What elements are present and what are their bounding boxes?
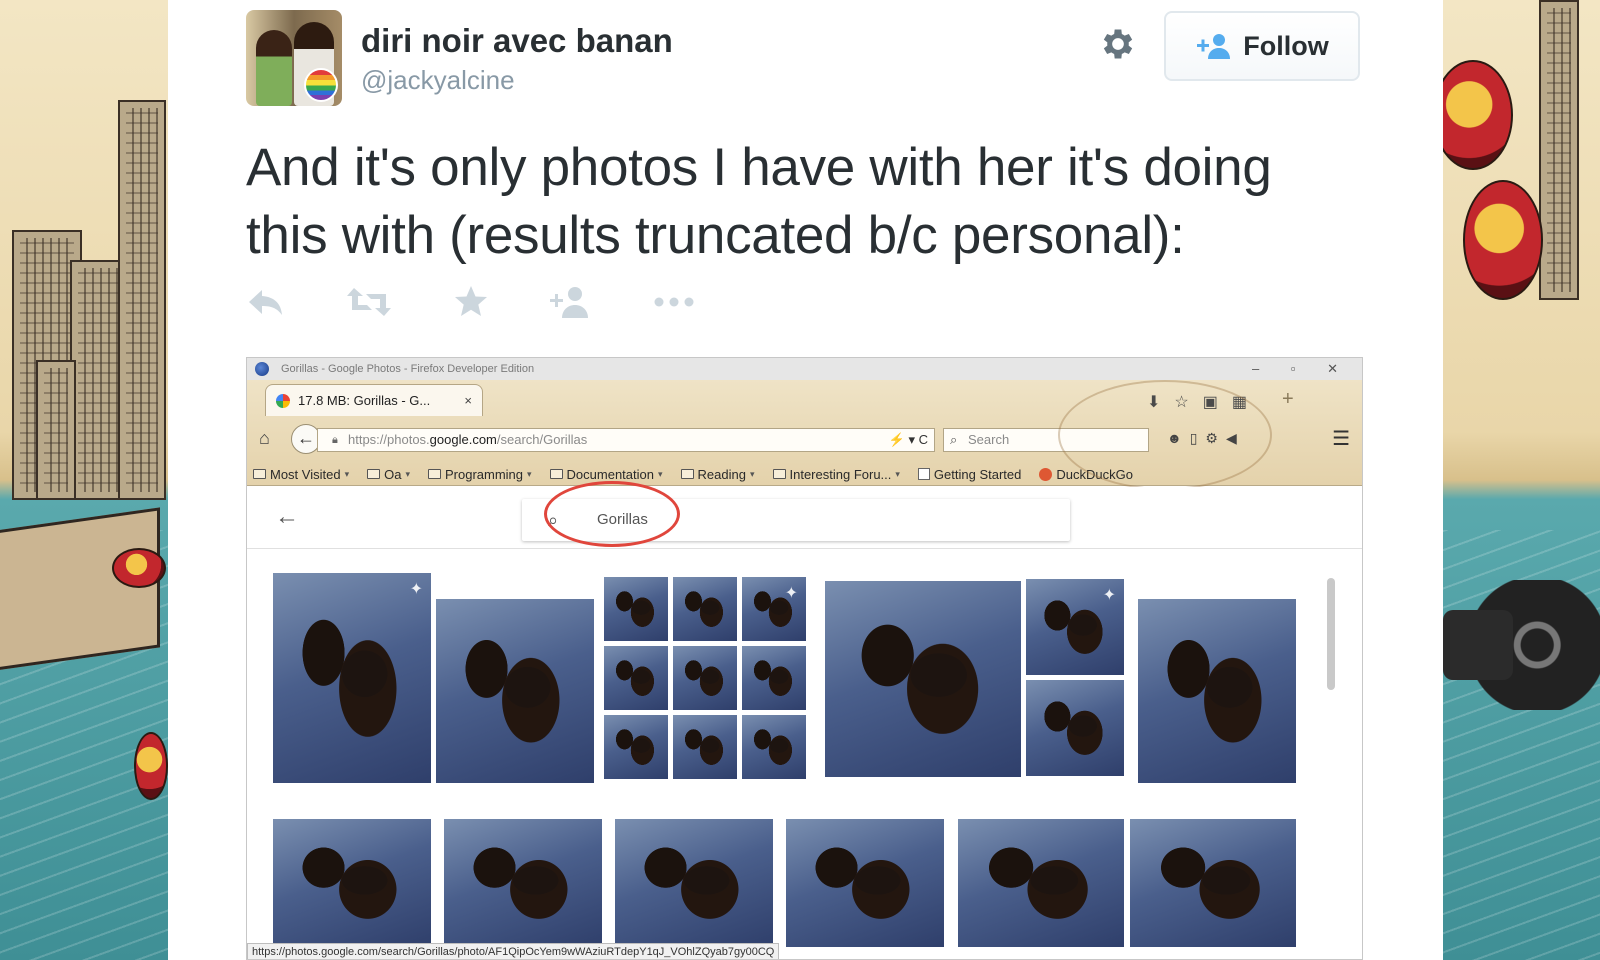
window-titlebar: Gorillas - Google Photos - Firefox Devel… [247, 358, 1362, 380]
scrollbar[interactable] [1327, 578, 1335, 690]
photo-thumbnail[interactable] [603, 645, 669, 711]
folder-icon [253, 469, 266, 479]
browser-chrome: 17.8 MB: Gorillas - G... × + ⬇☆▣▦ ⌂ ← 🔒︎… [247, 380, 1362, 490]
bookmark-getting-started[interactable]: Getting Started [917, 464, 1021, 484]
bookmark-oa[interactable]: Oa ▾ [367, 464, 410, 484]
folder-icon [367, 469, 381, 479]
photos-search-value: Gorillas [597, 511, 648, 528]
extension-icons[interactable]: ☻▯⚙◀ [1167, 430, 1245, 447]
home-icon[interactable]: ⌂ [259, 428, 270, 449]
url-domain: google.com [429, 432, 497, 447]
photo-thumbnail[interactable]: ✦ [741, 576, 807, 642]
bookmark-reading[interactable]: Reading ▾ [680, 464, 755, 484]
follow-label: Follow [1243, 30, 1329, 61]
photo-thumbnail[interactable]: ✦ [272, 572, 432, 784]
photos-search-input[interactable]: ⌕ Gorillas [522, 499, 1070, 541]
photo-thumbnail[interactable] [1129, 818, 1297, 948]
photo-thumbnail[interactable] [614, 818, 774, 948]
rainbow-badge-icon [304, 68, 338, 102]
tab-close-icon[interactable]: × [464, 385, 472, 417]
url-path: /search/Gorillas [496, 432, 588, 447]
photos-search-bar: ← ⌕ Gorillas [247, 487, 1362, 549]
bookmark-documentation[interactable]: Documentation ▾ [549, 464, 663, 484]
photo-thumbnail[interactable] [272, 818, 432, 948]
photo-thumbnail[interactable] [1025, 679, 1125, 777]
bookmark-duckduckgo[interactable]: DuckDuckGo [1039, 464, 1133, 484]
follow-user-icon [1197, 34, 1231, 59]
hamburger-menu-icon[interactable]: ☰ [1332, 426, 1350, 451]
browser-tab[interactable]: 17.8 MB: Gorillas - G... × [265, 384, 483, 416]
bookmark-most-visited[interactable]: Most Visited ▾ [253, 464, 349, 484]
photo-thumbnail[interactable]: ✦ [1025, 578, 1125, 676]
duckduckgo-icon [1039, 467, 1053, 481]
bookmark-programming[interactable]: Programming ▾ [427, 464, 532, 484]
search-icon: ⌕ [950, 432, 958, 447]
firefox-icon [255, 362, 269, 376]
comic-background-left [0, 0, 168, 960]
url-prefix: https://photos. [348, 432, 430, 447]
new-tab-button[interactable]: + [1282, 388, 1294, 411]
photo-thumbnail[interactable] [824, 580, 1022, 778]
google-photos-icon [276, 394, 290, 408]
folder-icon [680, 469, 694, 479]
gear-icon[interactable] [1098, 24, 1138, 64]
reply-icon[interactable] [246, 284, 286, 324]
photo-thumbnail[interactable] [957, 818, 1125, 948]
tweet-text: And it's only photos I have with her it'… [246, 138, 1272, 265]
browser-search-field[interactable]: ⌕ Search [943, 428, 1149, 452]
attached-screenshot[interactable]: Gorillas - Google Photos - Firefox Devel… [246, 357, 1363, 960]
folder-icon [772, 469, 786, 479]
tweet-card: diri noir avec banan @jackyalcine Follow… [168, 0, 1443, 960]
photo-thumbnail[interactable] [741, 714, 807, 780]
auto-awesome-icon: ✦ [409, 581, 423, 598]
folder-icon [549, 469, 563, 479]
bookmark-interesting-forums[interactable]: Interesting Foru... ▾ [772, 464, 900, 484]
photo-thumbnail[interactable] [672, 645, 738, 711]
search-placeholder: Search [968, 432, 1010, 447]
auto-awesome-icon: ✦ [1102, 587, 1116, 604]
photo-thumbnail[interactable] [603, 714, 669, 780]
photo-thumbnail[interactable] [435, 598, 595, 784]
follow-button[interactable]: Follow [1164, 11, 1360, 81]
photo-thumbnail[interactable] [785, 818, 945, 948]
display-name[interactable]: diri noir avec banan [361, 22, 673, 60]
tab-label: 17.8 MB: Gorillas - G... [298, 393, 431, 408]
favorite-icon[interactable] [453, 284, 489, 324]
user-handle[interactable]: @jackyalcine [361, 65, 515, 96]
comic-background-right [1443, 0, 1600, 960]
photo-thumbnail[interactable] [443, 818, 603, 948]
bookmarks-toolbar: Most Visited ▾ Oa ▾ Programming ▾ Documenta… [253, 464, 1133, 484]
avatar[interactable] [246, 10, 342, 106]
window-title: Gorillas - Google Photos - Firefox Devel… [281, 363, 535, 375]
checkbox-icon [917, 468, 930, 480]
url-actions[interactable]: ⚡ ▾ C [889, 429, 928, 451]
lock-icon: 🔒︎ [332, 434, 338, 446]
photo-thumbnail[interactable] [741, 645, 807, 711]
follow-user-icon[interactable] [549, 284, 589, 324]
retweet-icon[interactable] [346, 284, 392, 324]
photos-back-icon[interactable]: ← [275, 503, 299, 531]
auto-awesome-icon: ✦ [784, 585, 798, 602]
more-icon[interactable] [653, 284, 695, 324]
photo-thumbnail[interactable] [672, 714, 738, 780]
toolbar-icons-top[interactable]: ⬇☆▣▦ [1147, 392, 1261, 412]
folder-icon [427, 469, 441, 479]
photo-thumbnail[interactable] [672, 576, 738, 642]
search-icon: ⌕ [548, 510, 559, 530]
status-url: https://photos.google.com/search/Gorilla… [247, 943, 780, 959]
url-bar[interactable]: 🔒︎ https://photos.google.com/search/Goril… [317, 428, 935, 452]
photo-thumbnail[interactable] [603, 576, 669, 642]
photo-thumbnail[interactable] [1137, 598, 1297, 784]
window-buttons[interactable]: – ▫ ✕ [1252, 358, 1352, 380]
